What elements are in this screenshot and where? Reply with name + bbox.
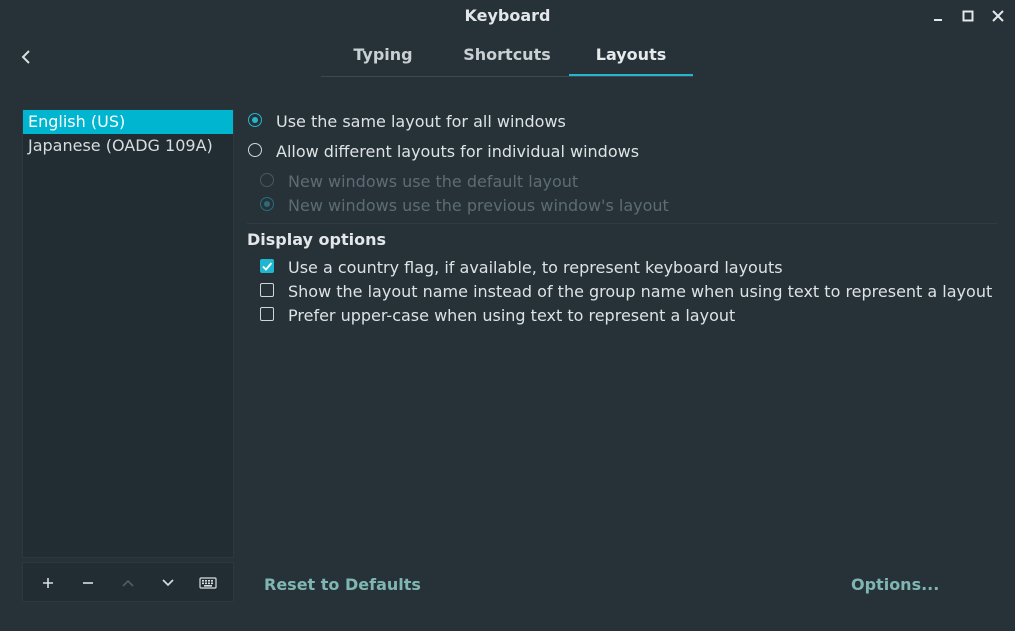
list-item[interactable]: English (US)	[23, 110, 233, 134]
minimize-icon[interactable]	[928, 6, 948, 26]
window-title: Keyboard	[464, 6, 551, 25]
checkbox-label: Use a country flag, if available, to rep…	[288, 258, 783, 277]
radio-indicator	[260, 173, 274, 187]
add-layout-button[interactable]	[35, 571, 61, 595]
checkbox-indicator	[260, 283, 274, 297]
list-item[interactable]: Japanese (OADG 109A)	[23, 134, 233, 158]
radio-indicator	[248, 113, 262, 127]
layout-list-toolbar	[22, 562, 234, 602]
display-options-title: Display options	[247, 230, 387, 249]
tab-shortcuts[interactable]: Shortcuts	[445, 40, 569, 76]
tab-layouts[interactable]: Layouts	[569, 40, 693, 76]
radio-label: Use the same layout for all windows	[276, 112, 566, 131]
layout-list: English (US) Japanese (OADG 109A)	[22, 109, 234, 558]
title-bar: Keyboard	[0, 0, 1015, 32]
close-icon[interactable]	[988, 6, 1008, 26]
checkmark-icon	[261, 261, 272, 271]
options-button[interactable]: Options...	[851, 575, 939, 594]
tab-typing[interactable]: Typing	[321, 40, 445, 76]
chevron-left-icon	[21, 50, 30, 64]
tab-bar: Typing Shortcuts Layouts	[321, 40, 693, 77]
section-divider	[247, 223, 997, 224]
maximize-icon[interactable]	[958, 6, 978, 26]
radio-indicator	[248, 143, 262, 157]
back-button[interactable]	[17, 46, 37, 68]
keyboard-icon	[199, 577, 217, 589]
remove-icon	[83, 582, 93, 584]
radio-label: Allow different layouts for individual w…	[276, 142, 640, 161]
radio-indicator	[260, 197, 274, 211]
move-down-button[interactable]	[155, 571, 181, 595]
reset-defaults-button[interactable]: Reset to Defaults	[264, 575, 421, 594]
keyboard-preview-button[interactable]	[195, 571, 221, 595]
checkbox-label: Prefer upper-case when using text to rep…	[288, 306, 736, 325]
checkbox-label: Show the layout name instead of the grou…	[288, 282, 993, 301]
checkbox-indicator	[260, 307, 274, 321]
radio-label: New windows use the default layout	[288, 172, 579, 191]
move-up-icon	[122, 579, 134, 587]
radio-label: New windows use the previous window's la…	[288, 196, 669, 215]
add-icon	[43, 578, 53, 588]
move-up-button[interactable]	[115, 571, 141, 595]
checkbox-indicator	[260, 259, 274, 273]
remove-layout-button[interactable]	[75, 571, 101, 595]
move-down-icon	[162, 579, 174, 587]
